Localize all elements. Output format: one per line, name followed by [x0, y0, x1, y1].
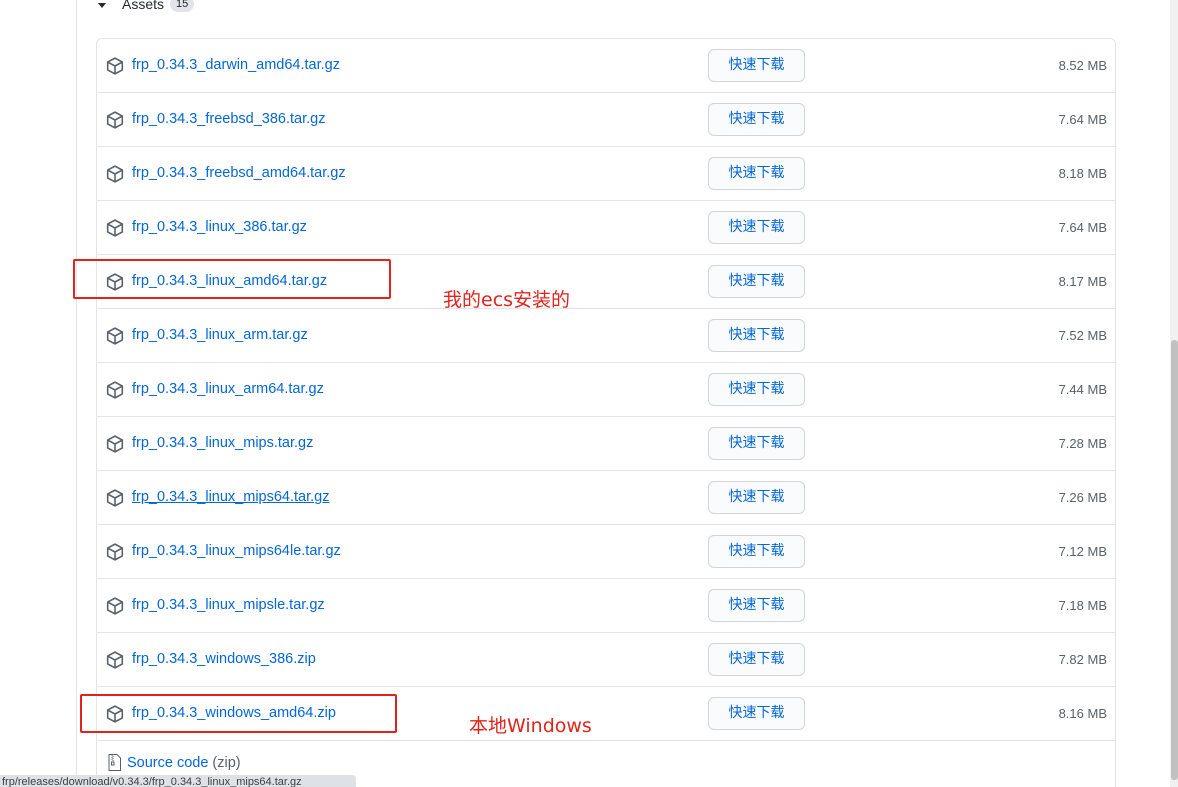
- scrollbar-thumb[interactable]: [1171, 340, 1178, 780]
- package-icon: [106, 327, 124, 345]
- asset-size: 8.52 MB: [1058, 58, 1107, 73]
- assets-count-badge: 15: [170, 0, 195, 12]
- asset-row: frp_0.34.3_windows_386.zip 快速下载 7.82 MB: [97, 633, 1115, 687]
- asset-row: frp_0.34.3_linux_mipsle.tar.gz 快速下载 7.18 M…: [97, 579, 1115, 633]
- asset-size: 7.44 MB: [1058, 382, 1107, 397]
- package-icon: [106, 435, 124, 453]
- status-bar-url: frp/releases/download/v0.34.3/frp_0.34.3…: [0, 775, 356, 787]
- fast-download-button[interactable]: 快速下载: [708, 643, 805, 676]
- asset-size: 7.64 MB: [1058, 220, 1107, 235]
- file-zip-icon: [108, 754, 121, 771]
- package-icon: [106, 111, 124, 129]
- package-icon: [106, 489, 124, 507]
- asset-row: frp_0.34.3_linux_386.tar.gz 快速下载 7.64 MB: [97, 201, 1115, 255]
- fast-download-button[interactable]: 快速下载: [708, 157, 805, 190]
- asset-download-link[interactable]: frp_0.34.3_freebsd_386.tar.gz: [132, 111, 325, 127]
- linux-annotation-text: 我的ecs安装的: [443, 289, 571, 311]
- asset-size: 7.18 MB: [1058, 598, 1107, 613]
- fast-download-button[interactable]: 快速下载: [708, 319, 805, 352]
- fast-download-button[interactable]: 快速下载: [708, 697, 805, 730]
- fast-download-button[interactable]: 快速下载: [708, 103, 805, 136]
- asset-download-link[interactable]: frp_0.34.3_linux_mips64le.tar.gz: [132, 543, 341, 559]
- asset-download-link[interactable]: frp_0.34.3_linux_mips.tar.gz: [132, 435, 313, 451]
- windows-annotation-text: 本地Windows: [469, 715, 592, 737]
- asset-size: 8.18 MB: [1058, 166, 1107, 181]
- source-code-type: (zip): [212, 754, 241, 771]
- windows-amd64-highlight-box: [80, 694, 397, 733]
- assets-label: Assets: [122, 0, 165, 12]
- release-assets-page: Assets 15 frp_0.34.3_darwin_amd64.tar.gz…: [0, 0, 1178, 787]
- package-icon: [106, 57, 124, 75]
- asset-download-link[interactable]: frp_0.34.3_linux_arm.tar.gz: [132, 327, 308, 343]
- fast-download-button[interactable]: 快速下载: [708, 589, 805, 622]
- asset-download-link[interactable]: frp_0.34.3_freebsd_amd64.tar.gz: [132, 165, 346, 181]
- caret-down-icon: [98, 2, 106, 8]
- asset-download-link[interactable]: frp_0.34.3_linux_386.tar.gz: [132, 219, 307, 235]
- asset-download-link[interactable]: frp_0.34.3_darwin_amd64.tar.gz: [132, 57, 340, 73]
- package-icon: [106, 597, 124, 615]
- fast-download-button[interactable]: 快速下载: [708, 535, 805, 568]
- fast-download-button[interactable]: 快速下载: [708, 265, 805, 298]
- package-icon: [106, 381, 124, 399]
- asset-row: frp_0.34.3_linux_mips64le.tar.gz 快速下载 7.12…: [97, 525, 1115, 579]
- assets-toggle[interactable]: Assets 15: [98, 0, 195, 14]
- fast-download-button[interactable]: 快速下载: [708, 49, 805, 82]
- assets-list: frp_0.34.3_darwin_amd64.tar.gz 快速下载 8.52 M…: [96, 38, 1116, 787]
- asset-size: 7.52 MB: [1058, 328, 1107, 343]
- fast-download-button[interactable]: 快速下载: [708, 481, 805, 514]
- timeline-divider: [76, 0, 77, 787]
- asset-row: frp_0.34.3_linux_arm64.tar.gz 快速下载 7.44 MB: [97, 363, 1115, 417]
- asset-download-link[interactable]: frp_0.34.3_linux_mips64.tar.gz: [132, 489, 330, 505]
- asset-size: 7.26 MB: [1058, 490, 1107, 505]
- asset-size: 7.82 MB: [1058, 652, 1107, 667]
- asset-row: frp_0.34.3_linux_mips64.tar.gz 快速下载 7.26 M…: [97, 471, 1115, 525]
- package-icon: [106, 219, 124, 237]
- asset-size: 8.16 MB: [1058, 706, 1107, 721]
- fast-download-button[interactable]: 快速下载: [708, 427, 805, 460]
- package-icon: [106, 651, 124, 669]
- asset-download-link[interactable]: frp_0.34.3_windows_386.zip: [132, 651, 316, 667]
- asset-size: 7.64 MB: [1058, 112, 1107, 127]
- fast-download-button[interactable]: 快速下载: [708, 373, 805, 406]
- source-code-zip-row[interactable]: Source code (zip): [108, 754, 241, 771]
- asset-size: 7.12 MB: [1058, 544, 1107, 559]
- asset-row: frp_0.34.3_freebsd_386.tar.gz 快速下载 7.64 MB: [97, 93, 1115, 147]
- asset-row: frp_0.34.3_freebsd_amd64.tar.gz 快速下载 8.18 …: [97, 147, 1115, 201]
- asset-row: frp_0.34.3_darwin_amd64.tar.gz 快速下载 8.52 M…: [97, 39, 1115, 93]
- asset-size: 8.17 MB: [1058, 274, 1107, 289]
- asset-row: frp_0.34.3_linux_arm.tar.gz 快速下载 7.52 MB: [97, 309, 1115, 363]
- asset-download-link[interactable]: frp_0.34.3_linux_mipsle.tar.gz: [132, 597, 325, 613]
- asset-size: 7.28 MB: [1058, 436, 1107, 451]
- package-icon: [106, 165, 124, 183]
- fast-download-button[interactable]: 快速下载: [708, 211, 805, 244]
- source-code-link[interactable]: Source code: [127, 755, 208, 771]
- linux-amd64-highlight-box: [73, 259, 391, 299]
- asset-download-link[interactable]: frp_0.34.3_linux_arm64.tar.gz: [132, 381, 324, 397]
- package-icon: [106, 543, 124, 561]
- asset-row: frp_0.34.3_linux_mips.tar.gz 快速下载 7.28 MB: [97, 417, 1115, 471]
